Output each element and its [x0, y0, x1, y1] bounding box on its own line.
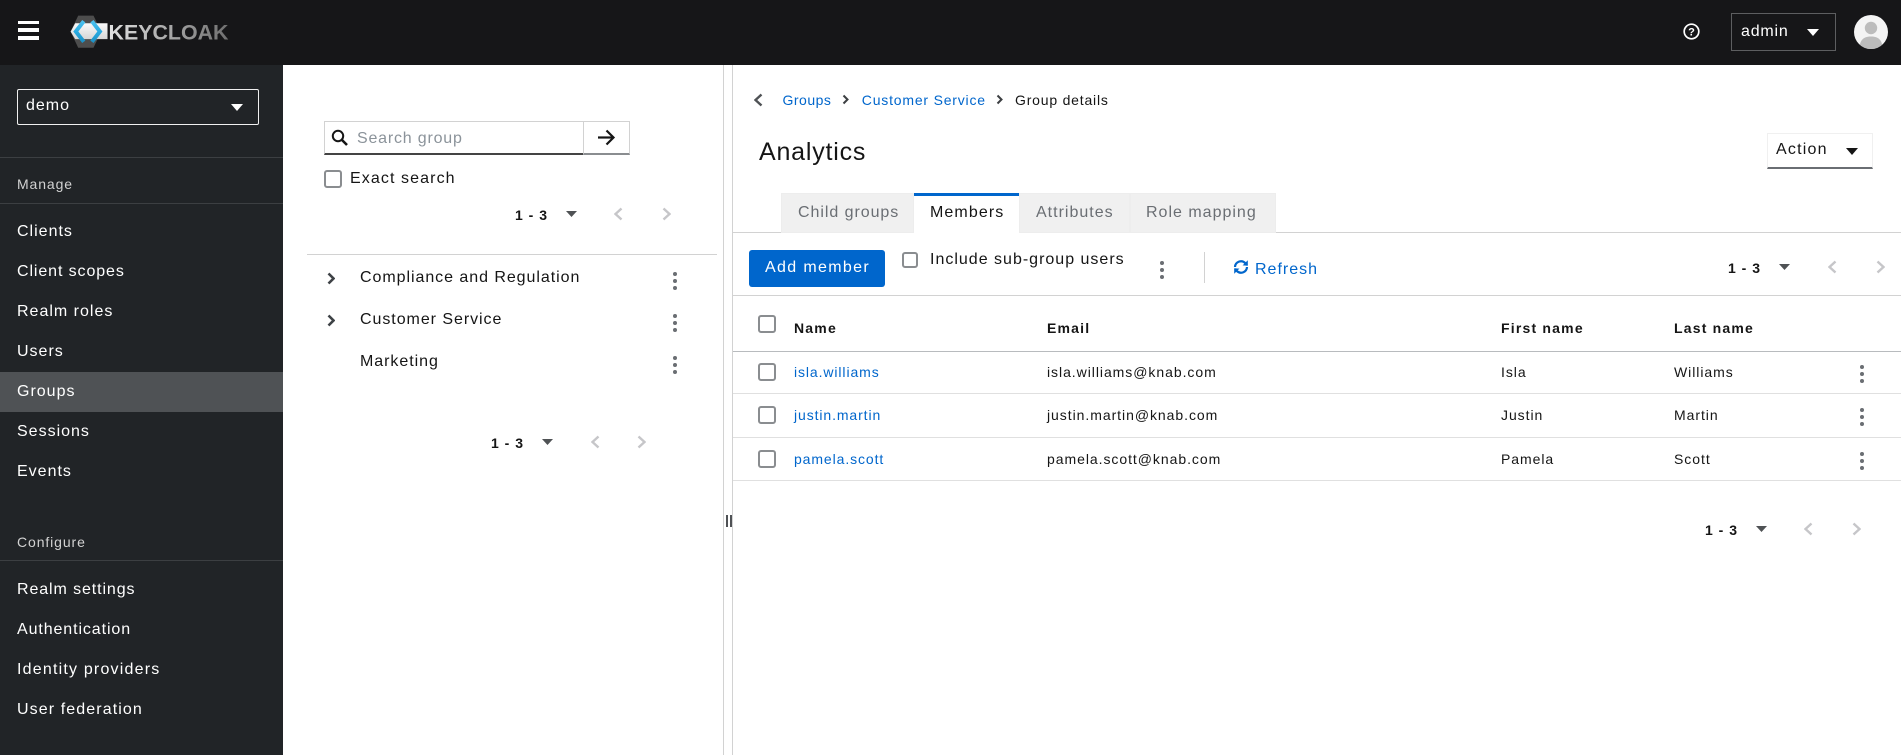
- svg-text:?: ?: [1688, 26, 1695, 38]
- svg-text:KEYCLOAK: KEYCLOAK: [109, 21, 229, 44]
